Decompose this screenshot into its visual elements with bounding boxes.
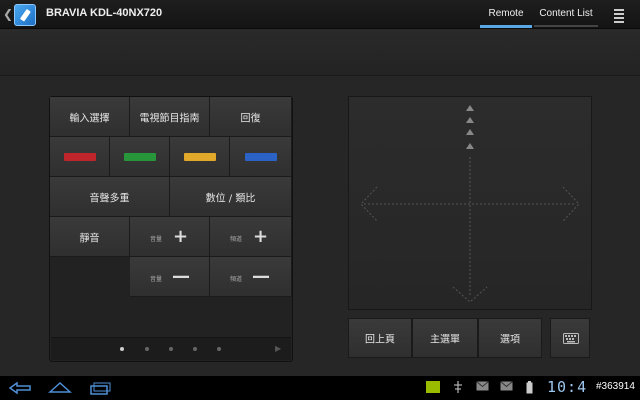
page-dot[interactable] [169,347,173,351]
keyboard-icon [563,333,579,344]
tv-guide-button[interactable]: 電視節目指南 [130,97,210,137]
system-navigation-bar: 10:4 [0,376,640,400]
input-select-button[interactable]: 輸入選擇 [50,97,130,137]
red-button[interactable] [50,137,110,177]
return-button[interactable]: 回復 [210,97,292,137]
clock[interactable]: 10:4 [547,378,587,396]
minus-icon: — [252,266,270,287]
volume-down-button[interactable]: 音量 — [130,257,210,297]
touchpad[interactable] [348,96,592,310]
keyboard-button[interactable] [550,318,590,358]
volume-up-label: 音量 [150,236,163,243]
gmail-icon[interactable] [500,381,513,391]
volume-up-button[interactable]: 音量 + [130,217,210,257]
options-button[interactable]: 選項 [478,318,542,358]
usb-icon[interactable] [452,381,464,393]
action-bar: ❮ BRAVIA KDL-40NX720 Remote Content List [0,0,640,29]
battery-icon [526,381,533,394]
page-indicator: ▶ [51,337,291,360]
tv-guide-label: 電視節目指南 [139,113,200,124]
channel-up-button[interactable]: 頻道 + [210,217,292,257]
page-dot[interactable] [193,347,197,351]
page-dot[interactable] [145,347,149,351]
digital-analog-button[interactable]: 數位 / 類比 [170,177,292,217]
return-label: 回復 [240,113,261,124]
mail-icon[interactable] [476,381,489,391]
yellow-color-bar [183,152,216,161]
tab-remote-indicator [480,25,532,28]
green-button[interactable] [110,137,170,177]
minus-icon: — [172,266,190,287]
page-dot[interactable] [120,347,124,351]
blue-color-bar [244,152,277,161]
mute-button[interactable]: 靜音 [50,217,130,257]
blue-button[interactable] [230,137,292,177]
page-dot[interactable] [217,347,221,351]
home-nav-icon[interactable] [48,381,72,395]
back-button[interactable]: 回上頁 [348,318,412,358]
tab-content-list[interactable]: Content List [534,0,598,28]
touchpad-guide-arrows [360,105,580,303]
back-label: 回上頁 [365,334,395,346]
tab-content-list-indicator [534,25,598,27]
overflow-menu-icon[interactable] [614,9,624,25]
green-color-bar [123,152,156,161]
yellow-button[interactable] [170,137,230,177]
back-nav-icon[interactable] [8,381,32,395]
app-icon[interactable] [14,4,36,26]
next-page-arrow-icon[interactable]: ▶ [275,344,281,353]
channel-down-button[interactable]: 頻道 — [210,257,292,297]
channel-up-label: 頻道 [230,236,243,243]
remote-button-panel: 輸入選擇 電視節目指南 回復 音聲多重 數位 / 類比 靜音 音量 + 頻道 +… [49,96,293,362]
back-chevron-icon[interactable]: ❮ [3,7,13,21]
recent-apps-icon[interactable] [88,381,112,395]
volume-down-label: 音量 [150,276,163,283]
header-band [0,29,640,76]
digital-analog-label: 數位 / 類比 [205,193,256,204]
plus-icon: + [253,226,269,247]
audio-multiplex-label: 音聲多重 [89,193,130,204]
notification-app-icon[interactable] [426,381,440,393]
main-menu-button[interactable]: 主選單 [412,318,478,358]
device-title: BRAVIA KDL-40NX720 [46,7,163,19]
input-select-label: 輸入選擇 [69,113,110,124]
audio-multiplex-button[interactable]: 音聲多重 [50,177,170,217]
main-menu-label: 主選單 [430,334,460,346]
red-color-bar [63,152,96,161]
channel-down-label: 頻道 [230,276,243,283]
tab-remote[interactable]: Remote [480,0,532,28]
plus-icon: + [173,226,189,247]
options-label: 選項 [500,334,520,346]
mute-label: 靜音 [79,233,100,244]
watermark-text: #363914 [594,381,637,392]
